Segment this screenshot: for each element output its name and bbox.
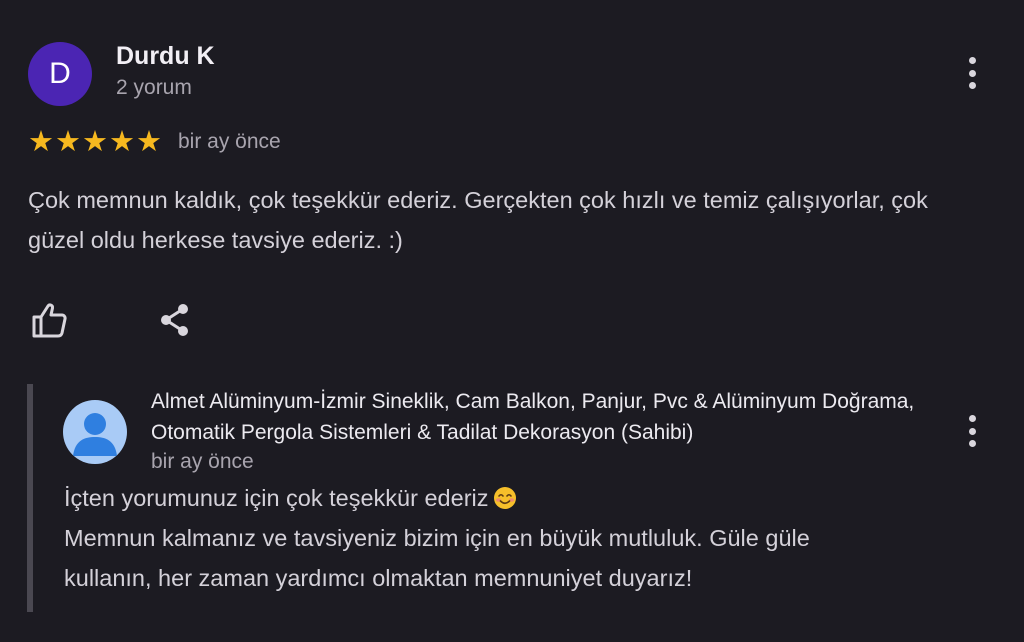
avatar-letter: D [49,57,71,90]
star-icon: ★ [136,125,162,158]
review-time: bir ay önce [178,130,281,153]
reviewer-avatar[interactable]: D [28,42,92,106]
star-icon: ★ [55,125,81,158]
reviewer-name[interactable]: Durdu K [116,42,215,71]
thumbs-up-icon[interactable] [30,300,68,340]
reply-line-2: Memnun kalmanız ve tavsiyeniz bizim için… [64,525,810,551]
person-icon[interactable] [63,400,127,464]
smiling-face-emoji [493,482,517,509]
review-text: Çok memnun kaldık, çok teşekkür ederiz. … [28,187,928,253]
review-card: D Durdu K 2 yorum ★ ★ ★ ★ ★ bir ay önce … [0,0,1024,642]
more-vertical-icon[interactable] [960,411,984,451]
more-vertical-icon[interactable] [960,53,984,93]
share-icon[interactable] [156,300,194,340]
reply-text: İçten yorumunuz için çok teşekkür ederiz… [64,478,964,598]
star-icon: ★ [82,125,108,158]
reply-line: İçten yorumunuz için çok teşekkür ederiz [64,478,964,518]
reply-line: kullanın, her zaman yardımcı olmaktan me… [64,558,964,598]
star-rating: ★ ★ ★ ★ ★ [28,126,162,158]
star-icon: ★ [109,125,135,158]
reply-line: Memnun kalmanız ve tavsiyeniz bizim için… [64,518,964,558]
owner-name[interactable]: Almet Alüminyum-İzmir Sineklik, Cam Balk… [151,386,931,448]
reply-line-3: kullanın, her zaman yardımcı olmaktan me… [64,565,693,591]
star-icon: ★ [28,125,54,158]
reply-divider [27,384,33,612]
review-count: 2 yorum [116,76,192,99]
reply-time: bir ay önce [151,450,254,473]
reply-line-1: İçten yorumunuz için çok teşekkür ederiz [64,485,489,511]
